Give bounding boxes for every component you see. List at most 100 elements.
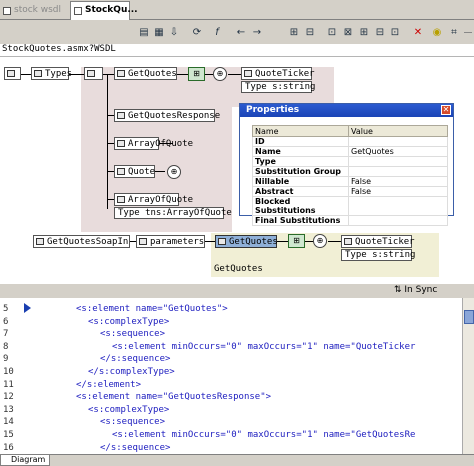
code-line[interactable]: </s:sequence>	[100, 354, 170, 364]
schema-icon[interactable]: ⌗	[447, 26, 461, 39]
node-icon[interactable]: ⊡	[325, 26, 339, 39]
zoom-slider-track[interactable]	[464, 32, 472, 33]
node-label: ArrayOfQuote	[128, 195, 194, 205]
property-value[interactable]: GetQuotes	[348, 146, 448, 157]
back-icon[interactable]: ←	[234, 26, 248, 39]
property-name: Name	[252, 146, 349, 157]
line-number: 8	[3, 341, 9, 352]
quoteticker-node[interactable]: QuoteTicker	[241, 67, 315, 80]
vertical-scrollbar[interactable]	[462, 298, 474, 454]
properties-titlebar[interactable]: Properties ✕	[240, 104, 453, 117]
code-line[interactable]: </s:sequence>	[100, 443, 170, 453]
node-label: GetQuotes	[229, 237, 278, 247]
quoteticker2-node[interactable]: QuoteTicker	[341, 235, 415, 248]
connector	[204, 241, 215, 242]
node-remove-icon[interactable]: ⊡	[388, 26, 402, 39]
parameters-node[interactable]: parameters	[136, 235, 205, 248]
sequence-icon[interactable]: ⊞	[188, 67, 205, 81]
schema-node[interactable]	[84, 67, 103, 80]
refresh-icon[interactable]: ⟳	[190, 26, 204, 39]
getquotes-node[interactable]: GetQuotes	[114, 67, 177, 80]
property-row[interactable]: Final Substitutions	[252, 215, 448, 226]
property-row[interactable]: Name GetQuotes	[252, 146, 448, 157]
property-row[interactable]: Abstract False	[252, 186, 448, 197]
quoteticker-type: Type s:string	[241, 81, 315, 93]
node-child-icon[interactable]: ⊟	[373, 26, 387, 39]
download-icon[interactable]: ⇩	[167, 26, 181, 39]
forward-icon[interactable]: →	[250, 26, 264, 39]
code-line[interactable]: <s:element minOccurs="0" maxOccurs="1" n…	[112, 342, 415, 352]
property-row[interactable]: Type	[252, 156, 448, 167]
line-number: 7	[3, 329, 9, 340]
schema-icon	[87, 70, 95, 77]
property-value[interactable]	[348, 156, 448, 167]
code-line[interactable]: <s:complexType>	[88, 317, 169, 327]
property-value[interactable]	[348, 196, 448, 216]
property-row[interactable]: Nillable False	[252, 176, 448, 187]
quoteticker2-type: Type s:string	[341, 249, 415, 261]
code-line[interactable]: <s:element name="GetQuotesResponse">	[76, 392, 271, 402]
arrayofquote-element-node[interactable]: ArrayOfQuote	[114, 193, 193, 206]
code-line[interactable]: </s:complexType>	[88, 367, 175, 377]
choice-icon[interactable]: ⊕	[213, 67, 227, 81]
getquotessoapin-node[interactable]: GetQuotesSoapIn	[33, 235, 130, 248]
quote-node[interactable]: Quote	[114, 165, 155, 178]
tab-diagram[interactable]: Diagram	[0, 455, 51, 466]
function-icon[interactable]: f	[210, 26, 224, 39]
property-row[interactable]: ID	[252, 136, 448, 147]
code-line[interactable]: <s:sequence>	[100, 417, 165, 427]
connector	[102, 74, 114, 75]
property-value[interactable]	[348, 215, 448, 226]
connector	[328, 241, 342, 242]
sequence-icon[interactable]: ⊞	[288, 234, 305, 248]
node-label: ArrayOfQuote	[128, 139, 194, 149]
property-value[interactable]	[348, 136, 448, 147]
tree-icon[interactable]: ⊞	[287, 26, 301, 39]
document-icon	[3, 7, 11, 15]
property-row[interactable]: Substitution Group	[252, 166, 448, 177]
getquotes-selected-node[interactable]: GetQuotes	[215, 235, 278, 248]
node-link-icon[interactable]: ⊞	[357, 26, 371, 39]
properties-title: Properties	[246, 105, 300, 115]
code-line[interactable]: <s:sequence>	[100, 329, 165, 339]
property-name: Abstract	[252, 186, 349, 197]
arrayofquote-node[interactable]: ArrayOfQuote	[114, 137, 193, 150]
line-number: 13	[3, 404, 14, 415]
connector	[228, 74, 241, 75]
connector	[176, 74, 188, 75]
choice-icon[interactable]: ⊕	[167, 165, 181, 179]
property-name: Blocked Substitutions	[252, 196, 349, 216]
root-node[interactable]	[4, 67, 21, 80]
property-value[interactable]	[348, 166, 448, 177]
delete-icon[interactable]: ✕	[411, 26, 425, 39]
property-value[interactable]: False	[348, 176, 448, 187]
node-label: parameters	[150, 237, 205, 247]
document-icon[interactable]: ▤	[137, 26, 151, 39]
close-icon[interactable]: ✕	[441, 105, 451, 115]
code-line[interactable]: <s:complexType>	[88, 405, 169, 415]
complextype-icon	[117, 168, 125, 175]
line-number: 10	[3, 367, 14, 377]
getquotesresponse-node[interactable]: GetQuotesResponse	[114, 109, 220, 122]
code-editor[interactable]: 5 <s:element name="GetQuotes"> 6 <s:complex…	[0, 298, 474, 454]
property-value[interactable]: False	[348, 186, 448, 197]
comment-icon[interactable]: ◉	[430, 26, 444, 39]
save-icon[interactable]: ▦	[152, 26, 166, 39]
choice-icon[interactable]: ⊕	[313, 234, 327, 248]
code-line[interactable]: <s:element name="GetQuotes">	[76, 304, 228, 314]
node-label: Types	[45, 69, 73, 79]
types-node[interactable]: Types	[31, 67, 73, 80]
tab-stock-wsdl[interactable]: stock wsdl	[0, 2, 62, 20]
node-add-icon[interactable]: ⊠	[341, 26, 355, 39]
sync-label: In Sync	[404, 285, 438, 295]
view-tab-strip: Diagram	[0, 454, 474, 466]
line-number: 14	[3, 417, 14, 428]
tab-stockquotes[interactable]: StockQu...	[70, 1, 138, 20]
element-icon	[7, 70, 15, 77]
property-row[interactable]: Blocked Substitutions	[252, 196, 448, 216]
scrollbar-thumb[interactable]	[464, 310, 474, 324]
code-line[interactable]: <s:element minOccurs="0" maxOccurs="1" n…	[112, 430, 415, 440]
code-line[interactable]: </s:element>	[76, 380, 141, 390]
expand-icon[interactable]: ⊟	[303, 26, 317, 39]
properties-window[interactable]: Properties ✕ Name Value ID Name GetQuotes T…	[239, 103, 454, 226]
